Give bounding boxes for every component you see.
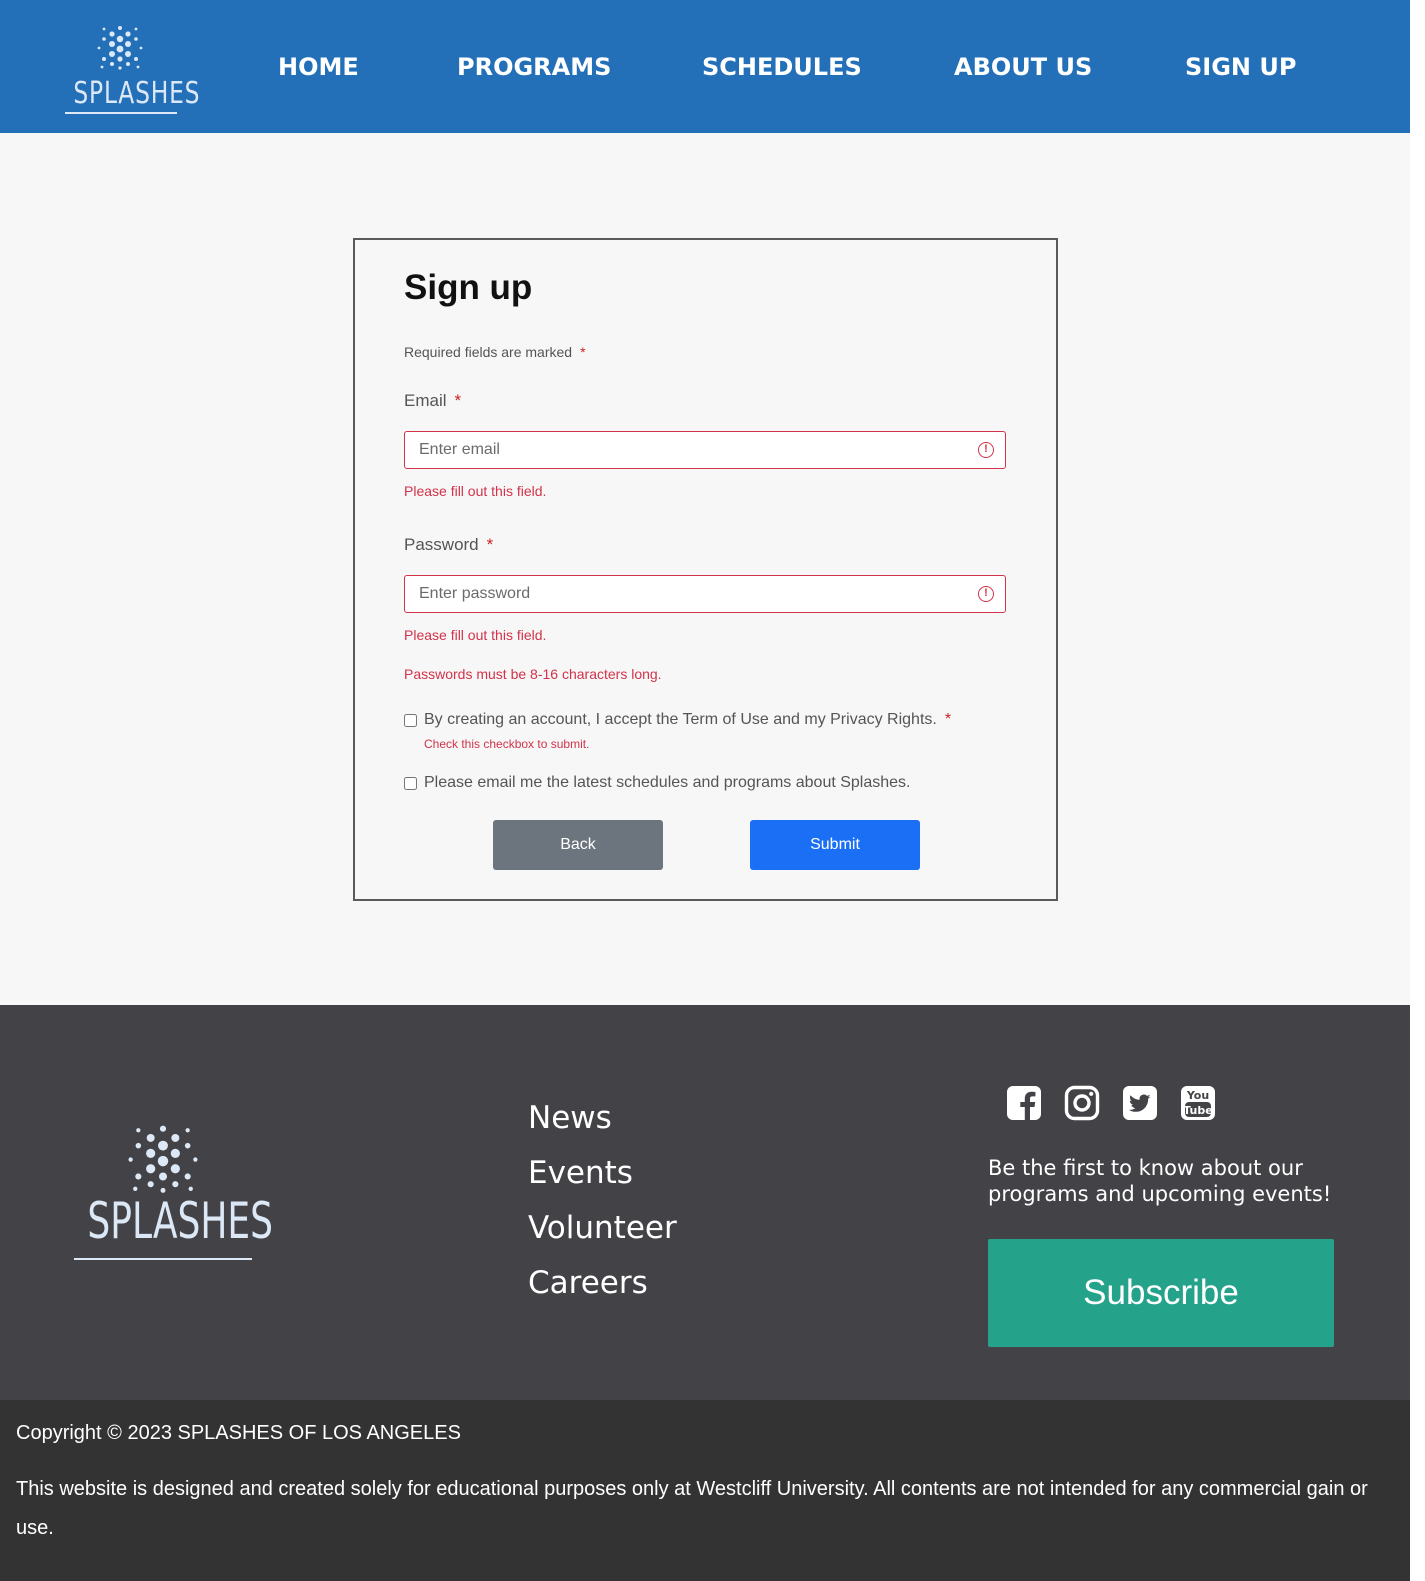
- password-error: Please fill out this field.: [404, 627, 547, 643]
- email-error: Please fill out this field.: [404, 483, 547, 499]
- header-logo[interactable]: SPLASHES: [60, 24, 201, 120]
- svg-text:You: You: [1186, 1089, 1209, 1102]
- required-asterisk: *: [944, 711, 952, 728]
- footer-link-events[interactable]: Events: [528, 1155, 633, 1191]
- back-button[interactable]: Back: [493, 820, 663, 870]
- youtube-icon[interactable]: You Tube: [1180, 1085, 1216, 1121]
- email-label: Email *: [404, 391, 461, 411]
- required-asterisk: *: [454, 391, 462, 410]
- splash-dots-icon: [97, 26, 143, 70]
- site-header: SPLASHES HOME PROGRAMS SCHEDULES ABOUT U…: [0, 0, 1410, 133]
- newsletter-row: Please email me the latest schedules and…: [404, 774, 911, 792]
- terms-error: Check this checkbox to submit.: [424, 737, 590, 751]
- required-asterisk: *: [486, 535, 494, 554]
- instagram-icon[interactable]: [1064, 1085, 1100, 1121]
- password-input[interactable]: [417, 576, 957, 611]
- site-footer: SPLASHES News Events Volunteer Careers Y…: [0, 1005, 1410, 1400]
- svg-text:Tube: Tube: [1183, 1104, 1212, 1117]
- copyright-bar: Copyright © 2023 SPLASHES OF LOS ANGELES…: [0, 1400, 1410, 1581]
- error-alert-icon: !: [978, 586, 994, 602]
- required-note-text: Required fields are marked: [404, 344, 573, 360]
- newsletter-checkbox[interactable]: [404, 776, 417, 790]
- splash-dots-icon: [128, 1125, 198, 1193]
- footer-tagline: Be the first to know about our programs …: [988, 1156, 1332, 1206]
- required-note: Required fields are marked *: [404, 344, 586, 360]
- footer-logo[interactable]: SPLASHES: [70, 1122, 273, 1262]
- newsletter-label: Please email me the latest schedules and…: [424, 774, 911, 791]
- email-label-text: Email: [404, 391, 447, 410]
- terms-checkbox[interactable]: [404, 713, 417, 727]
- email-input[interactable]: [417, 432, 957, 467]
- twitter-icon[interactable]: [1122, 1085, 1158, 1121]
- subscribe-button[interactable]: Subscribe: [988, 1239, 1334, 1347]
- password-label: Password *: [404, 535, 493, 555]
- copyright-text: Copyright © 2023 SPLASHES OF LOS ANGELES: [16, 1422, 461, 1444]
- facebook-icon[interactable]: [1006, 1085, 1042, 1121]
- nav-home[interactable]: HOME: [278, 53, 359, 81]
- disclaimer-text: This website is designed and created sol…: [16, 1478, 1368, 1539]
- terms-row: By creating an account, I accept the Ter…: [404, 711, 951, 729]
- submit-button[interactable]: Submit: [750, 820, 920, 870]
- error-alert-icon: !: [978, 442, 994, 458]
- footer-logo-wordmark: SPLASHES: [87, 1192, 273, 1250]
- terms-label: By creating an account, I accept the Ter…: [424, 711, 937, 728]
- password-label-text: Password: [404, 535, 479, 554]
- required-asterisk: *: [580, 344, 586, 360]
- footer-link-volunteer[interactable]: Volunteer: [528, 1210, 677, 1246]
- form-title: Sign up: [404, 268, 533, 307]
- nav-schedules[interactable]: SCHEDULES: [702, 53, 862, 81]
- signup-form: Sign up Required fields are marked * Emai…: [353, 238, 1058, 901]
- password-input-box: !: [404, 575, 1006, 613]
- email-input-box: !: [404, 431, 1006, 469]
- logo-wordmark: SPLASHES: [73, 76, 201, 111]
- nav-programs[interactable]: PROGRAMS: [457, 53, 611, 81]
- nav-sign-up[interactable]: SIGN UP: [1185, 53, 1296, 81]
- password-length-error: Passwords must be 8-16 characters long.: [404, 666, 662, 682]
- nav-about-us[interactable]: ABOUT US: [954, 53, 1092, 81]
- footer-logo-underline: [74, 1258, 252, 1260]
- footer-link-careers[interactable]: Careers: [528, 1265, 648, 1301]
- logo-underline: [65, 112, 177, 114]
- footer-link-news[interactable]: News: [528, 1100, 612, 1136]
